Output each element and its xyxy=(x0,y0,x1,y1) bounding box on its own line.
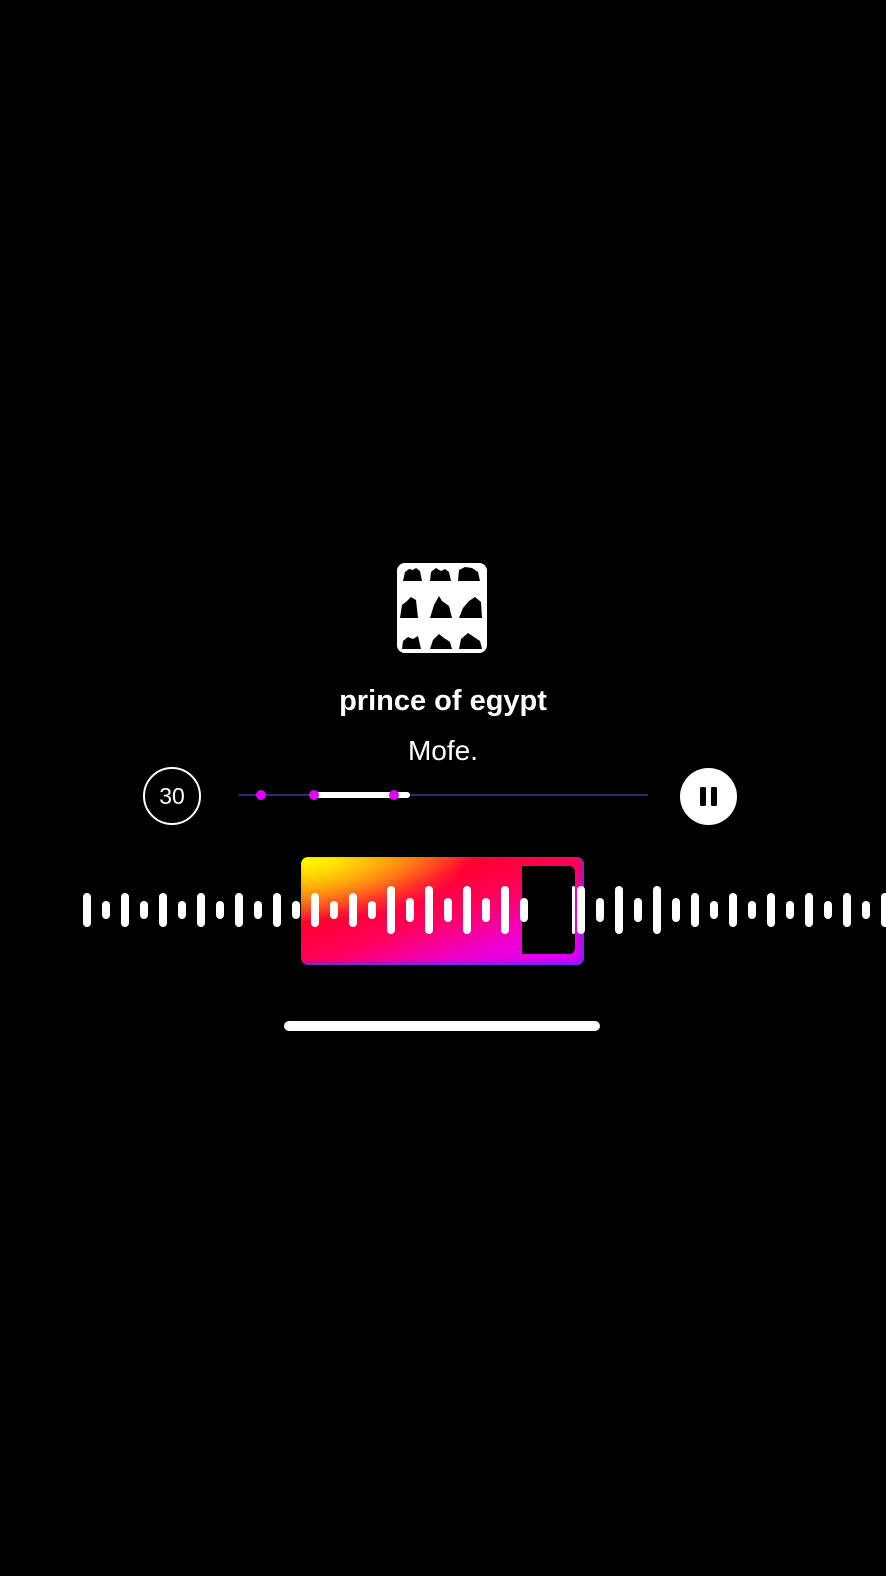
album-artwork-image xyxy=(397,563,487,653)
track-title: prince of egypt xyxy=(339,685,547,717)
waveform-bar xyxy=(368,901,376,919)
waveform-bar xyxy=(596,898,604,922)
scrubber-marker[interactable] xyxy=(255,790,266,800)
waveform-bar xyxy=(311,893,319,927)
pause-icon xyxy=(698,787,720,806)
waveform-bar xyxy=(121,893,129,927)
waveform-bar xyxy=(463,886,471,934)
waveform-bar xyxy=(292,901,300,919)
waveform-clip-selector[interactable] xyxy=(0,855,886,965)
waveform-bar xyxy=(691,893,699,927)
waveform-bar xyxy=(824,901,832,919)
scrubber-marker[interactable] xyxy=(308,790,319,800)
waveform-bar xyxy=(862,901,870,919)
waveform-bar xyxy=(254,901,262,919)
waveform-bar xyxy=(178,901,186,919)
waveform-bar xyxy=(482,898,490,922)
waveform-bar xyxy=(140,901,148,919)
waveform-bar xyxy=(748,901,756,919)
waveform-bar xyxy=(615,886,623,934)
waveform-bar xyxy=(767,893,775,927)
waveform-bar xyxy=(235,893,243,927)
waveform-bar xyxy=(577,886,585,934)
playhead-indicator xyxy=(522,866,575,954)
artist-name: Mofe. xyxy=(407,735,479,766)
waveform-bar xyxy=(672,898,680,922)
album-artwork xyxy=(397,563,487,653)
waveform-bar xyxy=(881,893,886,927)
waveform-bar xyxy=(843,893,851,927)
waveform-bar xyxy=(102,901,110,919)
song-scrubber[interactable] xyxy=(238,781,648,811)
waveform-bar xyxy=(83,893,91,927)
waveform-bar xyxy=(159,893,167,927)
scrubber-track xyxy=(238,794,648,796)
waveform-bar xyxy=(387,886,395,934)
waveform-bar xyxy=(501,886,509,934)
clip-duration-label: 30 xyxy=(159,782,185,809)
waveform-bar xyxy=(216,901,224,919)
waveform-bar xyxy=(444,898,452,922)
waveform-bar xyxy=(653,886,661,934)
waveform-bar xyxy=(406,898,414,922)
scrubber-marker[interactable] xyxy=(388,790,399,800)
waveform-bar xyxy=(710,901,718,919)
waveform-bar xyxy=(330,901,338,919)
waveform-bar xyxy=(349,893,357,927)
waveform-bar xyxy=(786,901,794,919)
clip-duration-button[interactable]: 30 xyxy=(143,767,201,825)
waveform-bar xyxy=(520,898,528,922)
waveform-bar xyxy=(729,893,737,927)
home-indicator[interactable] xyxy=(284,1021,600,1031)
playhead-line xyxy=(572,886,575,934)
waveform-bar xyxy=(634,898,642,922)
pause-button[interactable] xyxy=(680,768,737,825)
waveform-bar xyxy=(805,893,813,927)
waveform-bar xyxy=(273,893,281,927)
waveform-bar xyxy=(197,893,205,927)
waveform-bar xyxy=(425,886,433,934)
